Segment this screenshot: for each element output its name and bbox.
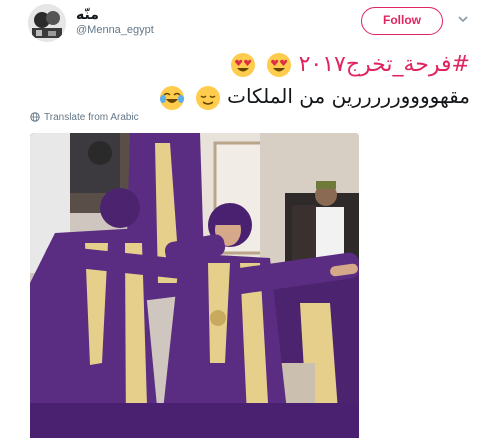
globe-icon [30,112,40,123]
hashtag-link[interactable]: #فرحة_تخرج٢٠١٧ [299,52,470,77]
tweet-body-text: مقهوووورررررين من الملكات [227,84,470,108]
translate-link[interactable]: Translate from Arabic [30,112,139,123]
tweet-header: منّه @Menna_egypt Follow [0,0,500,48]
graduation-photo [30,133,359,438]
heart-eyes-emoji [266,53,291,77]
follow-button[interactable]: Follow [361,7,443,35]
avatar-image [28,4,66,42]
translate-label[interactable]: Translate from Arabic [44,112,139,123]
tweet-body-line: مقهوووورررررين من الملكات [156,84,470,111]
tweet-photo[interactable] [30,133,359,438]
chevron-down-icon[interactable] [456,12,470,26]
user-handle[interactable]: @Menna_egypt [76,24,154,36]
tweet-hashtag-line: #فرحة_تخرج٢٠١٧ [227,52,470,78]
tears-of-joy-emoji [160,85,185,110]
avatar[interactable] [28,4,66,42]
relieved-emoji [195,85,220,110]
heart-eyes-emoji [230,53,255,77]
display-name[interactable]: منّه [76,6,99,23]
